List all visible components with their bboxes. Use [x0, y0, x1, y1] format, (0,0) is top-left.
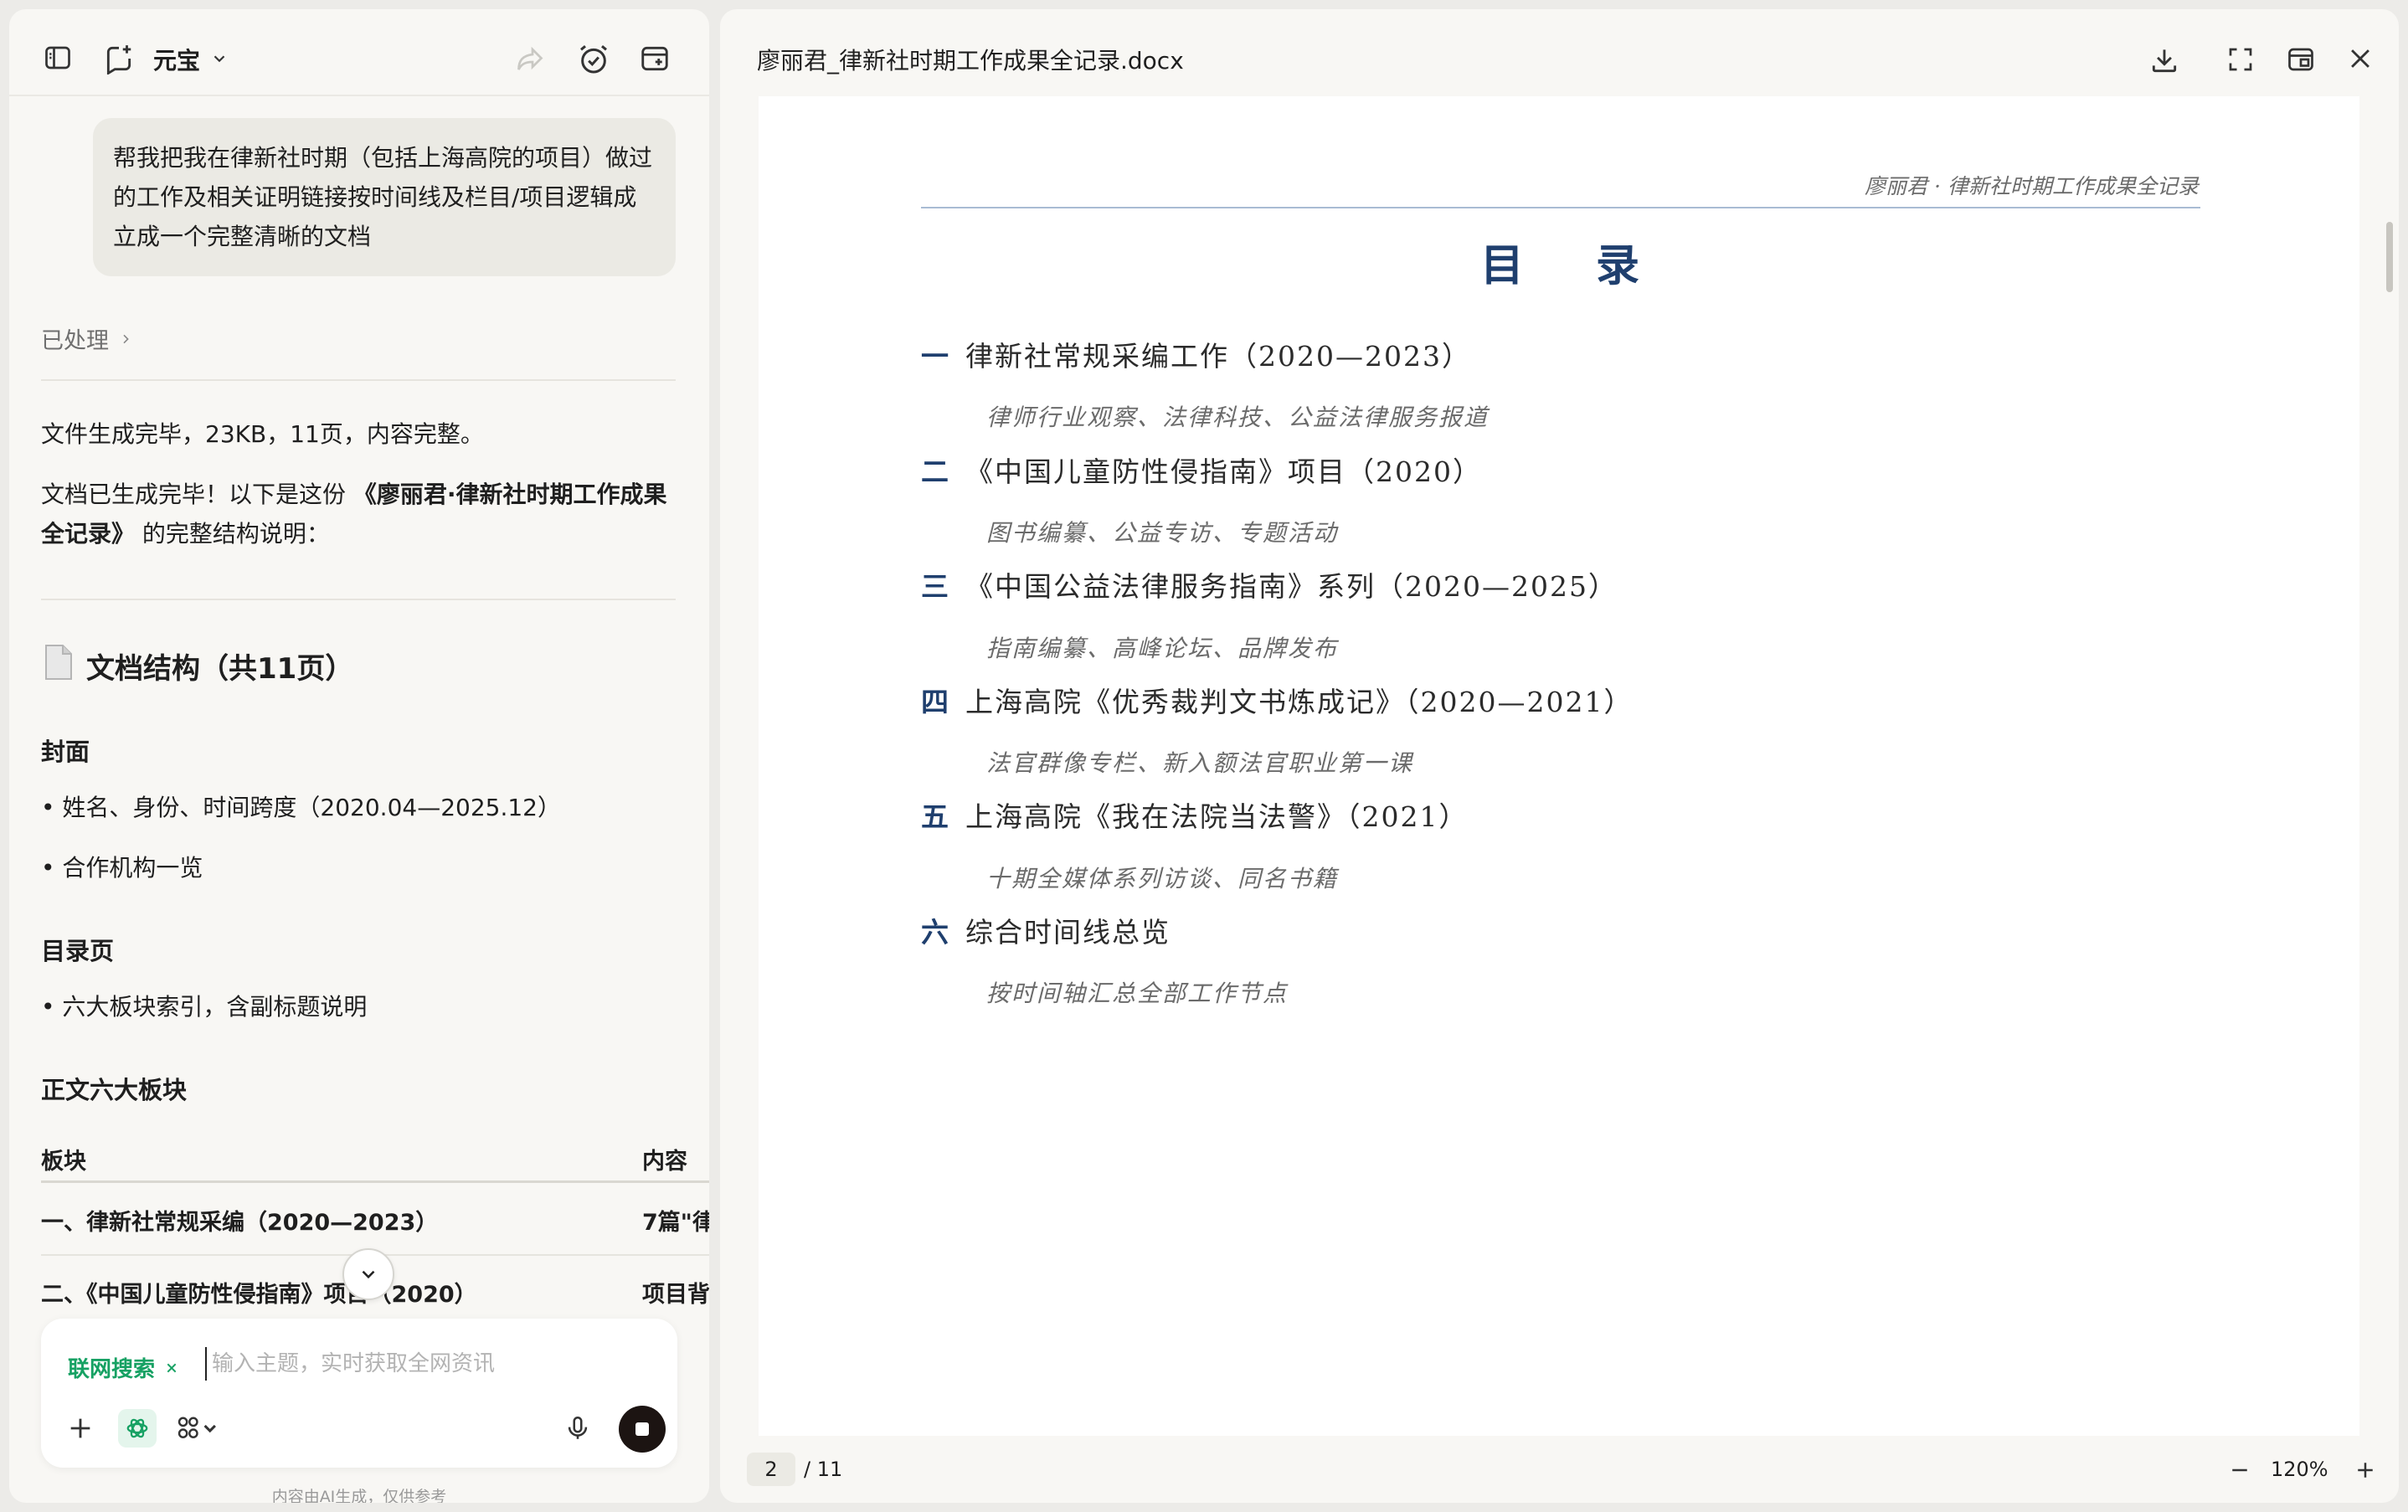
page-total: / 11: [804, 1458, 843, 1481]
table-cell: 一、律新社常规采编（2020—2023）: [41, 1210, 439, 1236]
column-header: 板块: [41, 1149, 86, 1175]
running-header: 廖丽君 · 律新社时期工作成果全记录: [1865, 174, 2199, 198]
microphone-icon[interactable]: [563, 1412, 592, 1444]
toc-number: 一: [921, 340, 949, 373]
message-input[interactable]: [205, 1347, 607, 1381]
toc-entry: 六综合时间线总览: [921, 910, 1171, 950]
new-chat-icon[interactable]: [103, 43, 135, 75]
ai-disclaimer: 内容由AI生成，仅供参考: [271, 1488, 447, 1503]
divider: [41, 379, 676, 381]
document-icon: [41, 644, 75, 688]
message-list[interactable]: 帮我把我在律新社时期（包括上海高院的项目）做过的工作及相关证明链接按时间线及栏目…: [9, 98, 709, 1320]
deep-think-icon[interactable]: [118, 1409, 157, 1448]
stop-generating-button[interactable]: [619, 1406, 666, 1453]
close-icon[interactable]: [165, 1355, 178, 1381]
toc-number: 五: [921, 800, 949, 833]
composer: 联网搜索: [41, 1319, 677, 1468]
add-attachment-icon[interactable]: [66, 1414, 95, 1443]
toc-subtitle: 指南编纂、高峰论坛、品牌发布: [986, 635, 1339, 662]
scroll-fade: [9, 1304, 709, 1320]
chip-label: 联网搜索: [68, 1357, 156, 1382]
table-cell: 7篇"律新: [642, 1210, 709, 1236]
document-filename: 廖丽君_律新社时期工作成果全记录.docx: [757, 47, 1184, 75]
viewer-footer: 2 / 11 120%: [720, 1453, 2399, 1503]
toc-subtitle: 法官群像专栏、新入额法官职业第一课: [986, 749, 1414, 777]
toc-entry-title: 上海高院《优秀裁判文书炼成记》（2020—2021）: [965, 686, 1634, 718]
reply-line-2: 文档已生成完毕！以下是这份 《廖丽君·律新社时期工作成果全记录》 的完整结构说明…: [41, 475, 677, 553]
chat-toolbar: 元宝: [9, 9, 709, 96]
toc-number: 二: [921, 455, 949, 488]
user-message: 帮我把我在律新社时期（包括上海高院的项目）做过的工作及相关证明链接按时间线及栏目…: [93, 118, 676, 276]
toc-entry: 五上海高院《我在法院当法警》（2021）: [921, 795, 1468, 835]
heading-text: 文档结构（共11页）: [86, 652, 354, 686]
toc-entry-title: 综合时间线总览: [965, 916, 1171, 949]
reply-line-1: 文件生成完毕，23KB，11页，内容完整。: [41, 420, 484, 448]
processed-toggle[interactable]: 已处理: [41, 322, 132, 355]
processed-label: 已处理: [41, 328, 109, 354]
alarm-check-icon[interactable]: [577, 43, 610, 76]
stop-icon: [635, 1422, 649, 1436]
header-rule: [921, 207, 2200, 208]
toc-subtitle: 十期全媒体系列访谈、同名书籍: [986, 865, 1339, 892]
scroll-to-bottom-button[interactable]: [342, 1248, 394, 1300]
download-icon[interactable]: [2148, 44, 2180, 76]
list-item: • 姓名、身份、时间跨度（2020.04—2025.12）: [41, 794, 561, 821]
toc-number: 六: [921, 916, 949, 949]
document-page[interactable]: 廖丽君 · 律新社时期工作成果全记录 目 录 一律新社常规采编工作（2020—2…: [759, 96, 2359, 1436]
toc-subtitle: 律师行业观察、法律科技、公益法律服务报道: [986, 404, 1490, 431]
chevron-down-icon: [210, 46, 229, 74]
toc-number: 四: [921, 686, 949, 718]
zoom-level: 120%: [2271, 1458, 2328, 1481]
doc-structure-heading: 文档结构（共11页）: [41, 644, 353, 688]
new-window-icon[interactable]: [639, 43, 671, 75]
toc-entry-title: 律新社常规采编工作（2020—2023）: [965, 340, 1471, 373]
toc-entry: 四上海高院《优秀裁判文书炼成记》（2020—2021）: [921, 680, 1633, 720]
toc-title: 目 录: [1479, 240, 1669, 291]
model-switcher[interactable]: 元宝: [153, 43, 229, 76]
table-row: 一、律新社常规采编（2020—2023） 7篇"律新: [41, 1185, 709, 1256]
model-name: 元宝: [153, 47, 201, 75]
fullscreen-icon[interactable]: [2225, 44, 2256, 75]
page-number-input[interactable]: 2: [747, 1453, 795, 1486]
toc-entry-title: 《中国公益法律服务指南》系列（2020—2025）: [965, 570, 1618, 603]
reply-text: 的完整结构说明：: [141, 520, 330, 548]
reply-text: 文档已生成完毕！以下是这份: [41, 481, 347, 508]
zoom-out-icon[interactable]: [2227, 1458, 2252, 1483]
toc-number: 三: [921, 570, 949, 603]
list-item: • 六大板块索引，含副标题说明: [41, 993, 368, 1021]
toc-subtitle: 按时间轴汇总全部工作节点: [986, 980, 1289, 1007]
toc-entry: 三《中国公益法律服务指南》系列（2020—2025）: [921, 564, 1618, 604]
toc-entry-title: 《中国儿童防性侵指南》项目（2020）: [965, 455, 1482, 488]
table-header: 板块 内容: [41, 1136, 709, 1183]
document-viewer: 廖丽君_律新社时期工作成果全记录.docx 廖丽君 · 律新社时期工作成果全记录…: [720, 9, 2399, 1503]
toc-entry-title: 上海高院《我在法院当法警》（2021）: [965, 800, 1469, 833]
body-heading: 正文六大板块: [41, 1076, 188, 1104]
toc-subtitle: 图书编纂、公益专访、专题活动: [986, 519, 1339, 547]
toc-heading: 目录页: [41, 937, 115, 965]
chevron-right-icon: [119, 326, 132, 352]
toc-entry: 一律新社常规采编工作（2020—2023）: [921, 334, 1471, 374]
zoom-in-icon[interactable]: [2353, 1458, 2378, 1483]
chat-panel: 元宝 帮我把我在律新社时期（包括上海高院的项目）做过的工作及相关证明链接按时间线…: [9, 9, 709, 1503]
scrollbar-thumb[interactable]: [2386, 222, 2393, 292]
close-icon[interactable]: [2346, 44, 2375, 73]
tools-menu-icon[interactable]: [177, 1414, 220, 1443]
list-item: • 合作机构一览: [41, 854, 203, 882]
divider: [41, 599, 676, 600]
share-icon[interactable]: [515, 44, 545, 75]
sidebar-toggle-icon[interactable]: [43, 43, 73, 73]
cover-heading: 封面: [41, 738, 90, 766]
web-search-chip[interactable]: 联网搜索: [68, 1352, 178, 1383]
column-header: 内容: [642, 1149, 687, 1175]
toc-entry: 二《中国儿童防性侵指南》项目（2020）: [921, 450, 1482, 490]
pop-out-icon[interactable]: [2286, 44, 2316, 75]
